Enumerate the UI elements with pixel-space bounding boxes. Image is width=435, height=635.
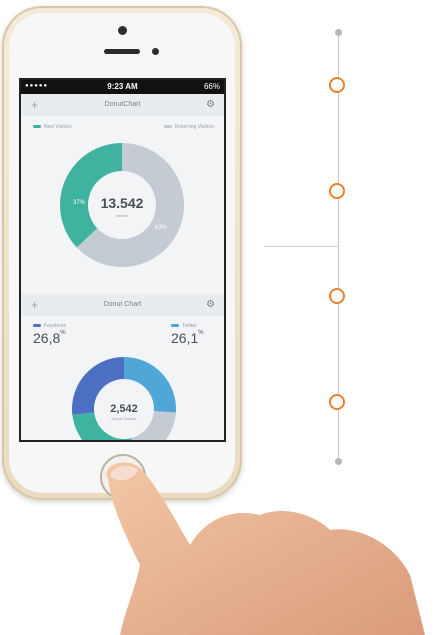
legend-label: Returning Visitors [174,124,214,130]
donut-center-label: visitors [116,213,128,218]
slice-label-returning: 63% [155,225,168,231]
donut-chart-social: 2,542 Social Visitors [72,357,176,440]
timeline-node-1[interactable] [329,77,345,93]
timeline-end-dot [335,458,342,465]
legend-item-returning: Returning Visitors [163,124,214,130]
card1-header: + DonutChart ⚙ [21,94,224,116]
donut-chart-visitors: 13.542 visitors 37% 63% [60,143,184,267]
slice-label-new: 37% [73,200,86,206]
facebook-label: Facebook [33,323,66,329]
label-text: Facebook [44,323,66,329]
donut2-center-label: Social Visitors [111,416,136,421]
facebook-value: 26,8% [33,330,66,346]
status-bar: ●●●●● 9:23 AM 66% [21,80,224,94]
donut-slice [131,411,176,440]
legend-swatch [33,324,41,328]
card2-header: + Donut Chart ⚙ [21,294,224,316]
value-text: 26,8 [33,330,61,346]
timeline-node-2[interactable] [329,183,345,199]
proximity-sensor [152,48,159,55]
donut2-center-value: 2,542 [110,403,138,415]
battery-level: 66% [203,82,220,91]
timeline-start-dot [335,29,342,36]
phone-screen: ●●●●● 9:23 AM 66% + DonutChart ⚙ New Vis… [19,78,226,442]
timeline-node-4[interactable] [329,394,345,410]
card2-title: Donut Chart [103,301,142,308]
twitter-label: Twitter [171,323,197,329]
twitter-value: 26,1% [171,330,204,346]
card2: + Donut Chart ⚙ Facebook 26,8% Twitter 2… [21,294,224,440]
home-button[interactable] [100,454,146,500]
timeline-node-3[interactable] [329,288,345,304]
unit: % [60,330,66,336]
card1-title: DonutChart [104,101,141,108]
earpiece-speaker [104,49,140,54]
status-time: 9:23 AM [107,82,138,91]
donut-center-value: 13.542 [101,195,144,211]
value-text: 26,1 [171,330,199,346]
timeline-connector [264,246,339,247]
front-camera [118,26,127,35]
legend-swatch [171,324,179,328]
legend-swatch [33,125,41,129]
legend-swatch [163,125,172,129]
gear-icon[interactable]: ⚙ [206,99,215,110]
iphone-device: ●●●●● 9:23 AM 66% + DonutChart ⚙ New Vis… [2,6,242,500]
label-text: Twitter [182,323,197,329]
legend-label: New Visitors [44,124,72,130]
card1-legend: New Visitors Returning Visitors [21,116,224,130]
gear-icon[interactable]: ⚙ [206,299,215,310]
legend-item-new: New Visitors [33,124,72,130]
unit: % [198,330,204,336]
